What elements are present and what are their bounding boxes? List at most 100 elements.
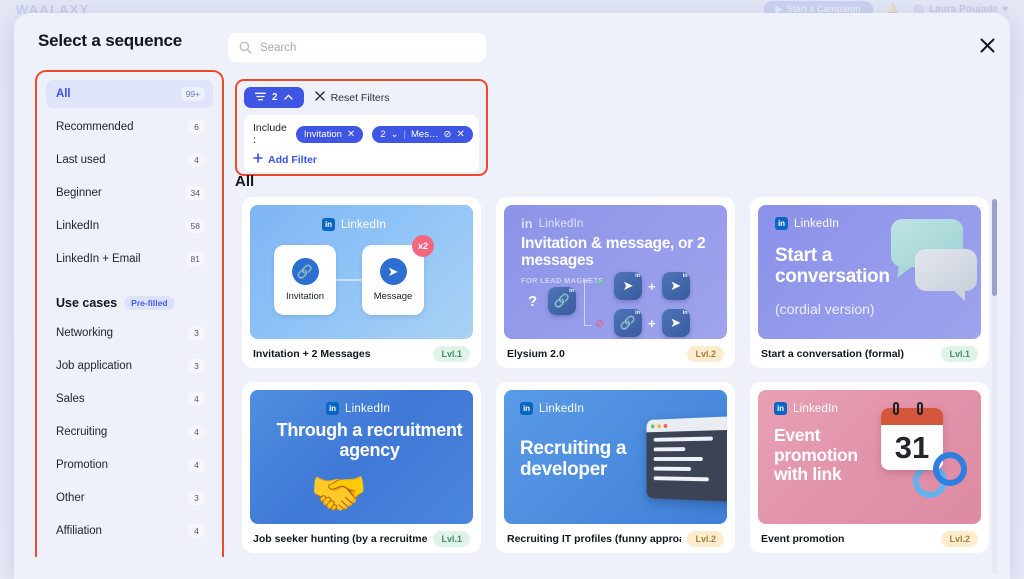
select-sequence-modal: Select a sequence All 99+ Recommended 6 Last… [14,13,1010,579]
linkedin-label: LinkedIn [793,402,839,415]
code-line [653,476,709,482]
sequence-cards-area[interactable]: in LinkedIn 🔗 Invitation ➤ Message x2 In… [228,193,1003,579]
code-line [653,456,703,462]
plus-sign: + [648,315,656,331]
linkedin-label: LinkedIn [345,402,391,415]
linkedin-corner-icon: in [569,288,574,294]
question-mark-icon: ? [528,293,538,310]
branch-bracket [584,280,592,326]
sequence-card-job-seeker-hunting[interactable]: in LinkedIn Through a recruitment agency… [242,382,481,553]
card-art-title: Event promotion with link [774,425,858,485]
sidebar-item-count: 4 [188,392,205,406]
sequence-card-invitation-2-messages[interactable]: in LinkedIn 🔗 Invitation ➤ Message x2 In… [242,197,481,368]
include-label: Include : [253,122,287,146]
flow-connector [336,279,362,281]
linkedin-badge: in LinkedIn [774,402,838,415]
sidebar-item-count: 58 [185,219,205,233]
card-level-badge: Lvl.1 [941,345,978,362]
add-filter-button[interactable]: Add Filter [253,153,470,166]
plus-icon [253,153,263,166]
link-ring-icon [933,452,967,486]
linkedin-label: LinkedIn [794,217,840,230]
sidebar-item-recruiting[interactable]: Recruiting 4 [46,418,213,446]
linkedin-badge: in LinkedIn [322,218,386,231]
send-icon: ➤ [379,258,407,285]
message-tile-icon: in ➤ [614,272,642,300]
filter-count: 2 [272,92,278,103]
card-art-title: Start a conversation [775,245,890,288]
speech-bubble-icon [915,249,977,301]
sidebar-item-label: LinkedIn [56,220,100,232]
sidebar-item-all[interactable]: All 99+ [46,80,213,108]
filter-body: Include : Invitation ✕ 2 ⌄ | Mes… ⊘ ✕ Ad… [244,115,479,172]
linkedin-corner-icon: in [635,273,640,279]
sidebar-item-count: 3 [188,326,205,340]
search-input[interactable] [260,41,475,54]
sidebar-item-count: 3 [188,359,205,373]
chip-label: Mes… [411,128,439,140]
sidebar-item-label: Affiliation [56,525,102,537]
sidebar-item-linkedin-email[interactable]: LinkedIn + Email 81 [46,245,213,273]
linkedin-corner-icon: in [682,310,688,316]
chip-block-icon[interactable]: ⊘ [443,129,451,140]
linkedin-corner-icon: in [682,273,688,279]
sidebar-item-beginner[interactable]: Beginner 34 [46,179,213,207]
linkedin-icon: in [326,402,339,415]
sidebar-item-sales[interactable]: Sales 4 [46,385,213,413]
card-level-badge: Lvl.2 [941,530,978,547]
sequence-card-recruiting-it-profiles[interactable]: in LinkedIn Recruiting a developer Recru… [496,382,735,553]
chevron-down-icon: ▾ [1002,3,1008,15]
card-title: Elysium 2.0 [507,347,565,360]
card-level-badge: Lvl.2 [687,345,724,362]
filter-top-row: 2 Reset Filters [244,87,479,108]
window-dot [657,423,661,428]
card-artwork: in LinkedIn Invitation & message, or 2 m… [504,205,727,339]
flow-node-message: ➤ Message x2 [362,235,434,315]
filter-chip-invitation[interactable]: Invitation ✕ [295,125,364,143]
link-icon: 🔗 [291,258,319,285]
sidebar-item-count: 4 [188,425,205,439]
check-icon: ✓ [596,275,607,290]
card-title: Job seeker hunting (by a recruitment [253,532,428,545]
sidebar-item-count: 6 [188,120,205,134]
sequence-card-elysium-2[interactable]: in LinkedIn Invitation & message, or 2 m… [496,197,735,368]
sidebar-item-affiliation[interactable]: Affiliation 4 [46,517,213,545]
sidebar-item-recommended[interactable]: Recommended 6 [46,113,213,141]
sidebar-item-networking[interactable]: Networking 3 [46,319,213,347]
sidebar-item-count: 34 [185,186,205,200]
card-footer: Event promotion Lvl.2 [758,524,981,553]
sidebar-item-job-application[interactable]: Job application 3 [46,352,213,380]
sidebar-item-last-used[interactable]: Last used 4 [46,146,213,174]
repeat-badge: x2 [412,235,434,257]
chevron-up-icon [283,92,293,103]
sidebar-item-promotion[interactable]: Promotion 4 [46,451,213,479]
add-filter-label: Add Filter [268,153,317,166]
cards-scrollbar[interactable] [992,199,997,574]
sidebar-item-label: All [56,88,71,100]
reset-filters-button[interactable]: Reset Filters [314,91,390,104]
calendar-spiral [893,402,899,415]
chip-count: 2 [380,128,386,140]
sequence-card-event-promotion[interactable]: 31 in LinkedIn Event promotion with link… [750,382,989,553]
search-bar[interactable] [228,33,486,62]
filter-chip-messages[interactable]: 2 ⌄ | Mes… ⊘ ✕ [372,125,473,143]
linkedin-badge: in LinkedIn [521,216,584,231]
chip-remove-icon[interactable]: ✕ [456,129,464,140]
sidebar-item-count: 4 [188,458,205,472]
chip-remove-icon[interactable]: ✕ [347,129,355,140]
close-icon[interactable] [971,29,1003,61]
filter-toggle-button[interactable]: 2 [244,87,304,108]
card-artwork: in LinkedIn Recruiting a developer [504,390,727,524]
window-dot [650,423,655,428]
blocked-icon: ⊘ [595,318,605,330]
scrollbar-thumb[interactable] [992,199,997,296]
sequence-card-start-a-conversation[interactable]: in LinkedIn Start a conversation (cordia… [750,197,989,368]
category-sidebar[interactable]: All 99+ Recommended 6 Last used 4 Beginner 34 Li… [35,70,224,557]
sidebar-item-other[interactable]: Other 3 [46,484,213,512]
sidebar-item-label: Promotion [56,459,108,471]
window-titlebar [646,415,727,433]
sidebar-item-linkedin[interactable]: LinkedIn 58 [46,212,213,240]
use-case-item-list: Networking 3 Job application 3 Sales 4 Recruit… [46,319,213,545]
chevron-down-icon[interactable]: ⌄ [391,129,399,140]
calendar-header [881,408,943,425]
